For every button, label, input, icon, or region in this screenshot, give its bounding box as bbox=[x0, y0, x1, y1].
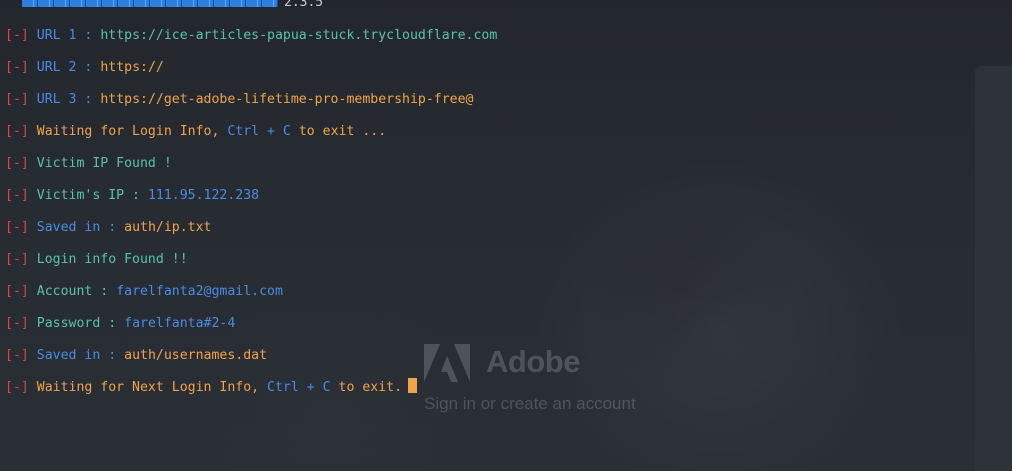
output-line-saved-ip: [-] Saved in : auth/ip.txt bbox=[5, 218, 497, 250]
output-line-login-found: [-] Login info Found !! bbox=[5, 250, 497, 282]
waiting-next-text: Waiting for Next Login Info, bbox=[36, 380, 268, 395]
line-bracket: [-] bbox=[5, 60, 29, 75]
line-bracket: [-] bbox=[5, 348, 29, 363]
line-label: URL 3 : bbox=[36, 92, 101, 107]
output-line-url-3: [-] URL 3 : https://get-adobe-lifetime-p… bbox=[5, 90, 497, 122]
victim-found-text: Victim IP Found ! bbox=[36, 156, 172, 171]
line-bracket: [-] bbox=[5, 28, 29, 43]
url-3-value: https://get-adobe-lifetime-pro-membershi… bbox=[100, 92, 474, 107]
password-value: farelfanta#2-4 bbox=[124, 316, 236, 331]
line-bracket: [-] bbox=[5, 316, 29, 331]
line-label: Password : bbox=[36, 316, 125, 331]
url-1-value: https://ice-articles-papua-stuck.tryclou… bbox=[100, 28, 498, 43]
line-label: Victim's IP : bbox=[36, 188, 148, 203]
watermark-brand: Adobe bbox=[486, 344, 580, 379]
version-label: 2.3.5 bbox=[284, 0, 324, 10]
ascii-banner bbox=[22, 0, 278, 7]
line-label: URL 2 : bbox=[36, 60, 101, 75]
exit-text: to exit. bbox=[330, 380, 403, 395]
output-line-url-2: [-] URL 2 : https:// bbox=[5, 58, 497, 90]
account-value: farelfanta2@gmail.com bbox=[116, 284, 283, 299]
line-bracket: [-] bbox=[5, 188, 29, 203]
line-label: Saved in : bbox=[36, 348, 125, 363]
line-bracket: [-] bbox=[5, 284, 29, 299]
shortcut-text: Ctrl + C bbox=[227, 124, 291, 139]
saved-usernames-path: auth/usernames.dat bbox=[124, 348, 268, 363]
victim-ip-value: 111.95.122.238 bbox=[147, 188, 260, 203]
line-bracket: [-] bbox=[5, 380, 29, 395]
line-bracket: [-] bbox=[5, 124, 29, 139]
exit-text: to exit ... bbox=[290, 124, 387, 139]
line-bracket: [-] bbox=[5, 92, 29, 107]
output-line-victim-ip: [-] Victim's IP : 111.95.122.238 bbox=[5, 186, 497, 218]
output-line-account: [-] Account : farelfanta2@gmail.com bbox=[5, 282, 497, 314]
output-line-waiting-next: [-] Waiting for Next Login Info, Ctrl + … bbox=[5, 378, 497, 410]
output-line-password: [-] Password : farelfanta#2-4 bbox=[5, 314, 497, 346]
terminal-cursor[interactable] bbox=[408, 378, 418, 393]
line-label: Saved in : bbox=[36, 220, 125, 235]
terminal-output: [-] URL 1 : https://ice-articles-papua-s… bbox=[5, 26, 497, 410]
output-line-saved-usernames: [-] Saved in : auth/usernames.dat bbox=[5, 346, 497, 378]
line-bracket: [-] bbox=[5, 156, 29, 171]
saved-ip-path: auth/ip.txt bbox=[124, 220, 212, 235]
line-label: URL 1 : bbox=[36, 28, 101, 43]
output-line-waiting: [-] Waiting for Login Info, Ctrl + C to … bbox=[5, 122, 497, 154]
login-found-text: Login info Found !! bbox=[36, 252, 188, 267]
output-line-url-1: [-] URL 1 : https://ice-articles-papua-s… bbox=[5, 26, 497, 58]
side-panel bbox=[975, 66, 1012, 471]
output-line-victim-found: [-] Victim IP Found ! bbox=[5, 154, 497, 186]
url-2-value: https:// bbox=[100, 60, 164, 75]
line-bracket: [-] bbox=[5, 252, 29, 267]
line-bracket: [-] bbox=[5, 220, 29, 235]
waiting-text: Waiting for Login Info, bbox=[36, 124, 228, 139]
line-label: Account : bbox=[36, 284, 117, 299]
shortcut-text: Ctrl + C bbox=[267, 380, 331, 395]
